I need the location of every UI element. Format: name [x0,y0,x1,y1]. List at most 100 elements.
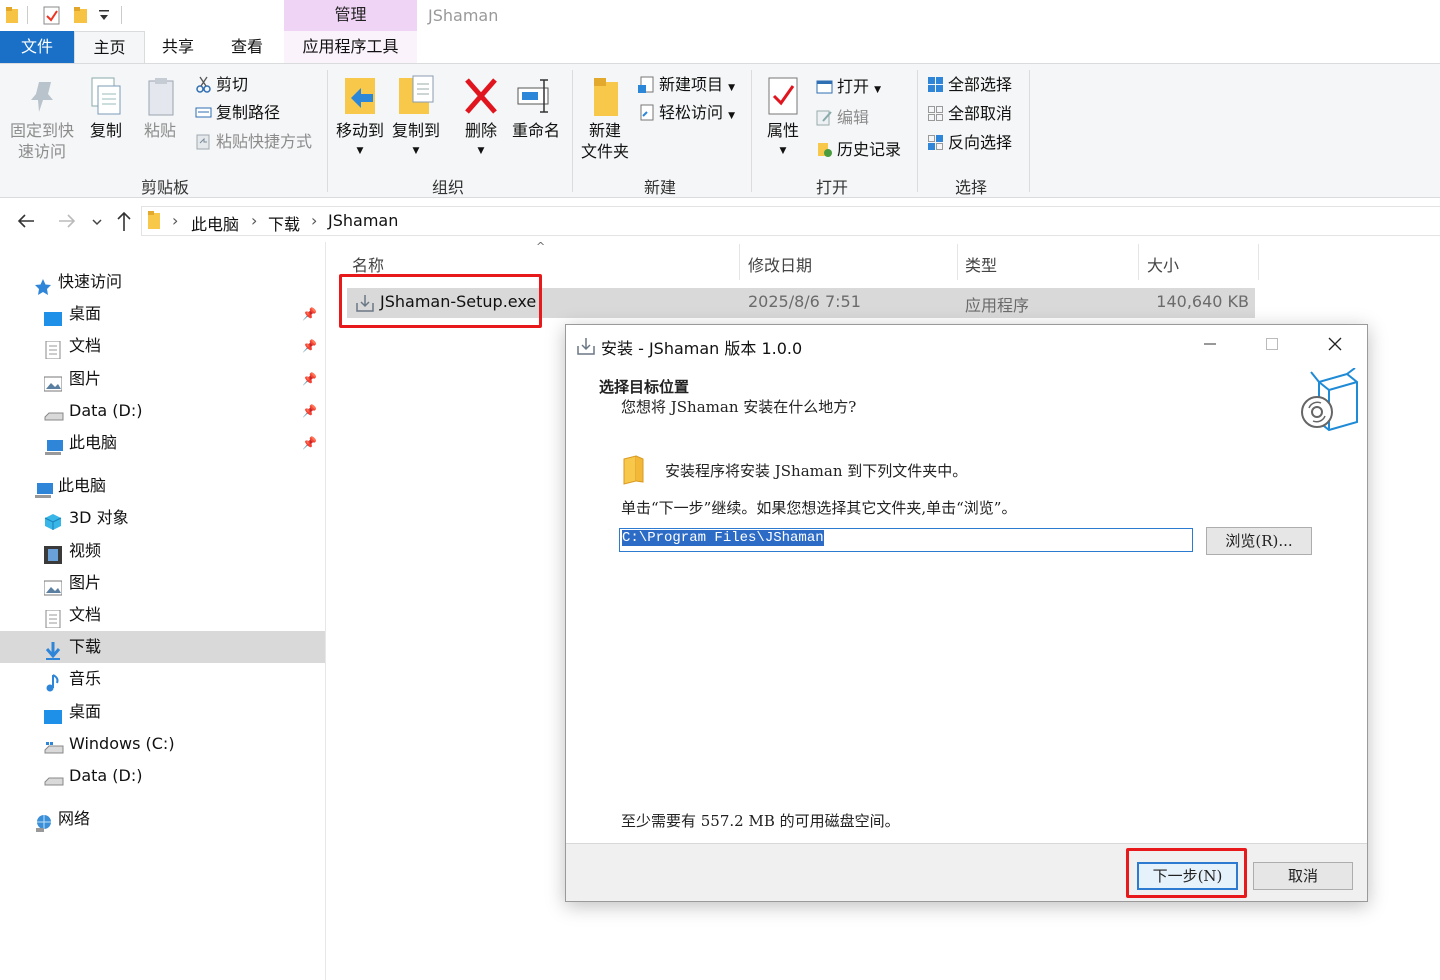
invert-selection-icon [927,134,944,151]
chevron-down-icon: ▼ [728,111,736,121]
history-button[interactable]: 历史记录 [816,139,901,161]
instruction-text: 单击“下一步”继续。如果您想选择其它文件夹,单击“浏览”。 [621,499,1017,517]
recent-locations-chevron-icon[interactable] [90,214,104,233]
copy-to-button[interactable]: 复制到 ▼ [389,74,443,162]
chevron-down-icon: ▼ [477,146,485,156]
sidebar-item-this-pc[interactable]: 此电脑 [0,470,325,502]
edit-button[interactable]: 编辑 [816,107,869,129]
close-icon[interactable] [1327,334,1343,358]
column-header-name[interactable]: 名称 [352,252,384,276]
tab-file[interactable]: 文件 [0,31,74,63]
windows-drive-icon [44,736,64,754]
sidebar-item-desktop-pc[interactable]: 桌面 [0,696,325,728]
sidebar-item-pictures[interactable]: 图片 📌 [0,363,325,395]
rename-button[interactable]: 重命名 [508,74,564,141]
customize-dropdown-icon[interactable] [98,8,114,26]
forward-arrow-icon[interactable] [56,210,78,236]
dialog-subheading: 您想将 JShaman 安装在什么地方? [621,398,857,416]
folder-icon[interactable] [6,6,22,24]
setup-dialog: 安装 - JShaman 版本 1.0.0 选择目标位置 您想将 JShaman… [565,324,1368,902]
sidebar-item-data-drive-pc[interactable]: Data (D:) [0,760,325,792]
paste-button[interactable]: 粘贴 [138,76,182,141]
tab-app-tools[interactable]: 应用程序工具 [284,31,417,63]
move-to-button[interactable]: 移动到 ▼ [333,74,387,162]
column-header-type[interactable]: 类型 [965,252,997,276]
tab-view[interactable]: 查看 [216,31,278,63]
install-info-text: 安装程序将安装 JShaman 到下列文件夹中。 [665,462,968,480]
delete-button[interactable]: 删除 ▼ [458,74,504,162]
move-to-icon [333,74,387,120]
cancel-button[interactable]: 取消 [1253,862,1353,890]
computer-icon [44,435,63,455]
new-folder-button[interactable]: 新建 文件夹 [578,74,632,162]
sidebar-item-videos[interactable]: 视频 [0,535,325,567]
invert-selection-button[interactable]: 反向选择 [927,132,1012,154]
pin-icon[interactable]: 📌 [302,363,317,395]
pictures-icon [43,371,63,392]
new-item-button[interactable]: 新建项目 ▼ [638,74,735,99]
delete-x-icon [458,74,504,120]
column-divider[interactable] [1258,244,1259,280]
sidebar-item-desktop[interactable]: 桌面 📌 [0,298,325,330]
column-header-size[interactable]: 大小 [1147,252,1179,276]
sidebar-item-downloads[interactable]: 下载 [0,631,325,663]
pin-icon[interactable]: 📌 [302,395,317,427]
group-separator [572,70,573,192]
pin-icon[interactable]: 📌 [302,427,317,459]
sidebar-item-network[interactable]: 网络 [0,803,325,835]
network-icon [34,811,52,832]
dialog-title: 安装 - JShaman 版本 1.0.0 [601,339,803,358]
up-arrow-icon[interactable] [114,209,134,237]
copy-button[interactable]: 复制 [84,76,128,141]
browse-button[interactable]: 浏览(R)... [1206,527,1312,555]
breadcrumb-chevron-icon[interactable]: › [311,211,317,230]
installer-icon [576,336,596,360]
divider [121,6,122,24]
minimize-icon[interactable] [1202,334,1218,358]
sidebar-item-documents-pc[interactable]: 文档 [0,599,325,631]
new-folder-icon[interactable] [73,6,89,24]
sidebar-item-this-pc-pinned[interactable]: 此电脑 📌 [0,427,325,459]
select-none-button[interactable]: 全部取消 [927,103,1012,125]
sidebar-item-documents[interactable]: 文档 📌 [0,330,325,362]
maximize-icon[interactable] [1264,334,1280,358]
rename-icon [508,74,564,120]
pictures-icon [43,575,63,596]
sidebar-item-pictures-pc[interactable]: 图片 [0,567,325,599]
sidebar-item-quick-access[interactable]: 快速访问 [0,266,325,298]
properties-check-icon[interactable] [43,6,60,25]
column-divider[interactable] [739,244,740,280]
documents-icon [44,338,62,360]
copy-path-button[interactable]: 复制路径 [195,102,280,124]
column-divider[interactable] [1138,244,1139,280]
tab-share[interactable]: 共享 [148,31,208,63]
open-button[interactable]: 打开 ▼ [816,76,881,101]
chevron-down-icon: ▼ [412,146,420,156]
copy-icon [84,76,128,120]
sidebar-item-windows-drive[interactable]: Windows (C:) [0,728,325,760]
pin-icon[interactable]: 📌 [302,298,317,330]
breadcrumb-chevron-icon[interactable]: › [172,211,178,230]
easy-access-button[interactable]: 轻松访问 ▼ [638,102,735,127]
breadcrumb-jshaman[interactable]: JShaman [328,211,398,230]
breadcrumb-chevron-icon[interactable]: › [251,211,257,230]
select-all-button[interactable]: 全部选择 [927,74,1012,96]
properties-button[interactable]: 属性 ▼ [758,74,808,162]
paste-shortcut-button[interactable]: 粘贴快捷方式 [195,131,312,153]
select-all-icon [927,76,944,93]
sidebar-item-3d-objects[interactable]: 3D 对象 [0,502,325,534]
column-header-date[interactable]: 修改日期 [748,252,812,276]
tab-home[interactable]: 主页 [74,31,145,64]
manage-context-tab[interactable]: 管理 [284,0,417,31]
pin-icon[interactable]: 📌 [302,330,317,362]
column-divider[interactable] [957,244,958,280]
cut-button[interactable]: 剪切 [195,74,248,96]
pin-quick-access-button[interactable]: 固定到快 速访问 [6,76,78,162]
breadcrumb-this-pc[interactable]: 此电脑 [191,211,239,235]
drive-icon [44,768,64,786]
breadcrumb-downloads[interactable]: 下载 [268,211,300,235]
sidebar-item-music[interactable]: 音乐 [0,663,325,695]
back-arrow-icon[interactable] [15,210,37,236]
install-path-input[interactable]: C:\Program Files\JShaman [619,528,1193,552]
sidebar-item-data-drive[interactable]: Data (D:) 📌 [0,395,325,427]
